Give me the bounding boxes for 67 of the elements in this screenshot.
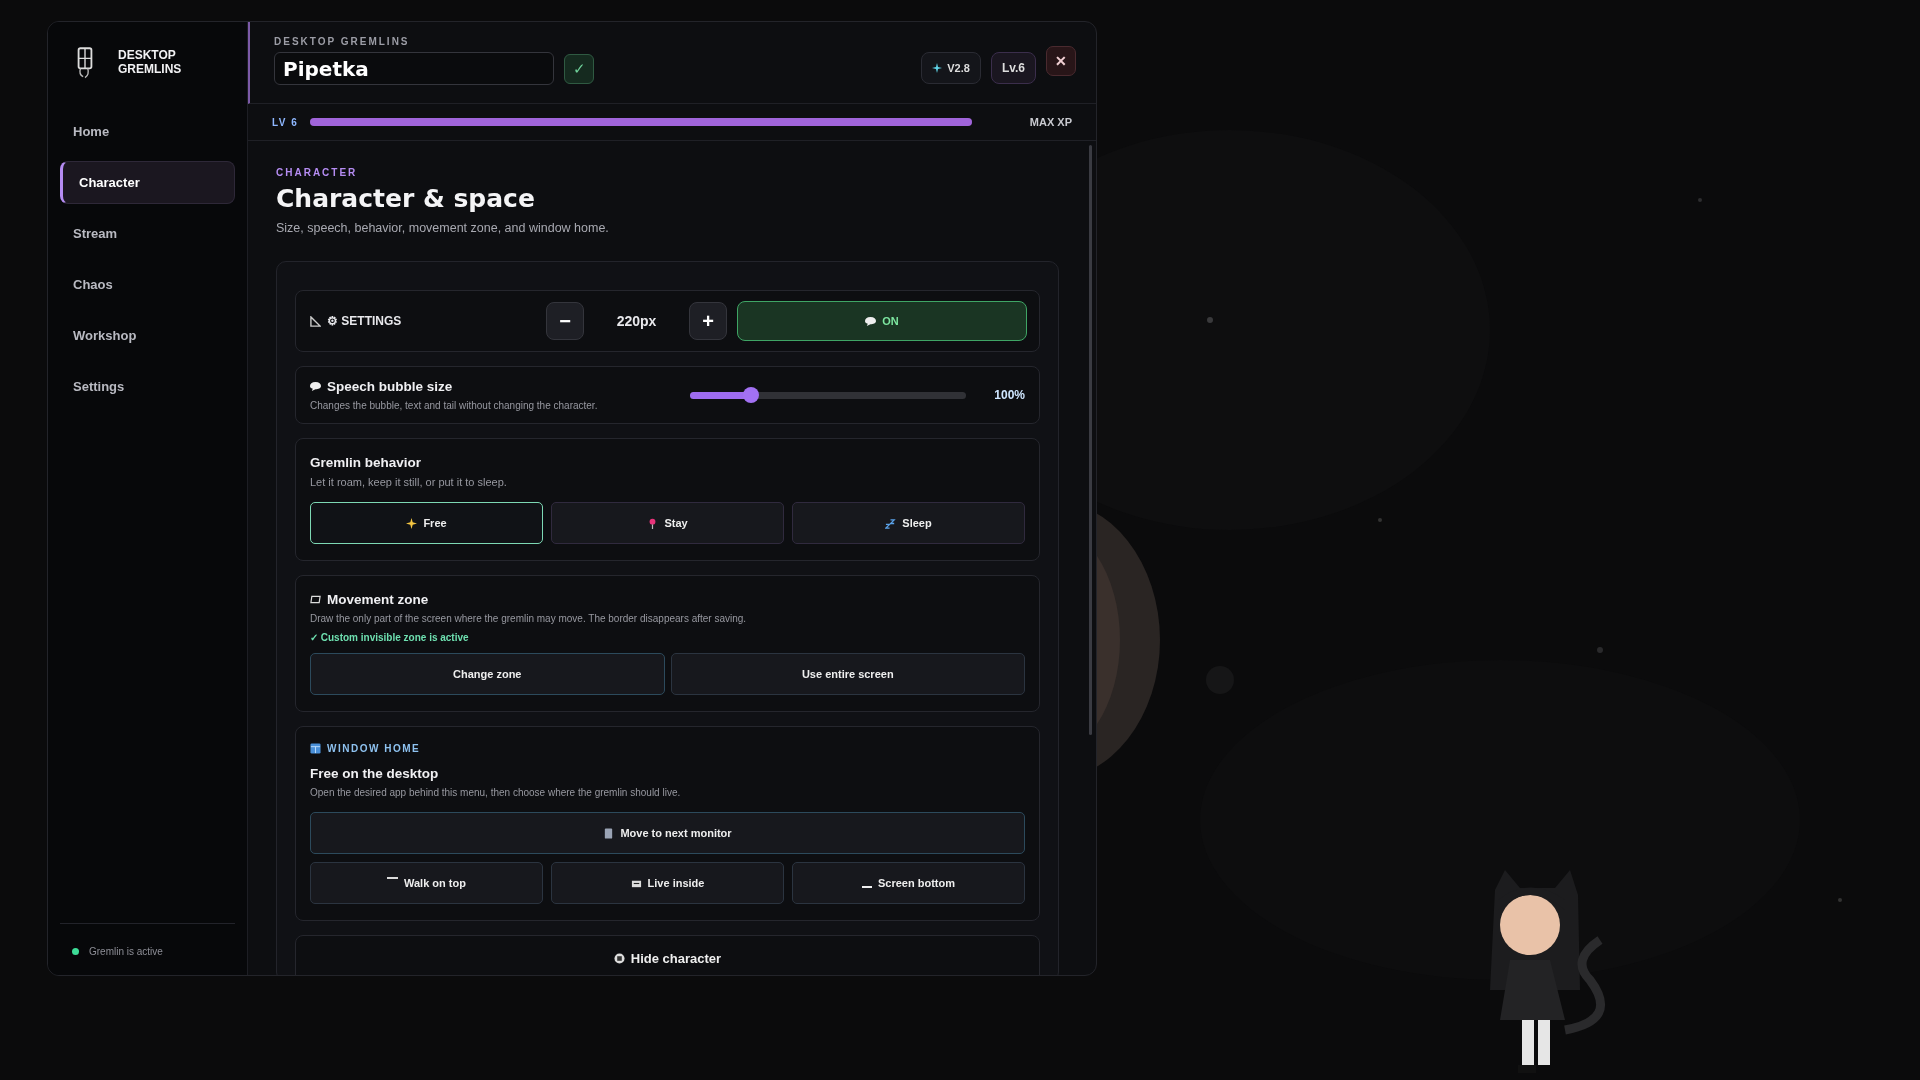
sidebar-item[interactable]: Home: [60, 110, 235, 153]
size-value: 220px: [615, 313, 658, 329]
sidebar-item[interactable]: Stream: [60, 212, 235, 255]
stop-icon: [613, 952, 625, 964]
decrease-button[interactable]: −: [546, 302, 584, 340]
button-label: Live inside: [647, 877, 705, 889]
page-description: Size, speech, behavior, movement zone, and window home.: [276, 221, 610, 235]
section-eyebrow: CHARACTER: [276, 167, 359, 178]
sidebar-item[interactable]: Character: [60, 161, 235, 204]
behavior-option[interactable]: Sleep: [792, 502, 1025, 544]
speech-toggle[interactable]: ON: [737, 301, 1027, 341]
top-line-icon: [387, 877, 399, 879]
bottom-line-icon: [862, 886, 872, 888]
button-label: Hide character: [630, 950, 722, 966]
status-text: Gremlin is active: [89, 946, 163, 957]
level-badge: Lv.6: [990, 52, 1036, 84]
card-description: Changes the bubble, text and tail without changing the character.: [310, 400, 599, 411]
option-label: Sleep: [902, 517, 932, 529]
sidebar-item[interactable]: Workshop: [60, 314, 235, 357]
card-title: Speech bubble size: [327, 379, 453, 394]
card-description: Open the desired app behind this menu, then choose where the gremlin should live.: [310, 787, 682, 798]
toggle-label: ON: [882, 315, 899, 327]
placement-button[interactable]: Screen bottom: [792, 862, 1025, 904]
ruler-icon: [310, 315, 321, 327]
sparkle-icon: [932, 63, 943, 73]
slider-reading: 100%: [994, 388, 1025, 402]
button-label: Walk on top: [404, 877, 466, 889]
placement-button[interactable]: Live inside: [551, 862, 784, 904]
window-icon: [310, 743, 321, 754]
zone-button[interactable]: Change zone: [310, 653, 665, 695]
version-text: V2.8: [947, 62, 970, 74]
button-label: Screen bottom: [878, 877, 955, 889]
close-button[interactable]: ✕: [1046, 46, 1076, 76]
sparkle-icon: [406, 517, 418, 529]
confirm-button[interactable]: ✓: [564, 53, 594, 84]
card-description: Let it roam, keep it still, or put it to sleep.: [310, 476, 508, 488]
card-eyebrow: WINDOW HOME: [327, 743, 421, 754]
sidebar-item[interactable]: Settings: [60, 365, 235, 408]
slider-thumb[interactable]: [743, 386, 759, 403]
sidebar-item[interactable]: Chaos: [60, 263, 235, 306]
zone-button[interactable]: Use entire screen: [670, 653, 1025, 695]
zzz-icon: [885, 517, 897, 529]
hide-character-button[interactable]: Hide character: [295, 935, 1040, 975]
scrollbar-thumb[interactable]: [1089, 145, 1092, 735]
next-monitor-button[interactable]: Move to next monitor: [310, 812, 1025, 854]
speech-bubble-icon: [310, 381, 321, 392]
increase-button[interactable]: +: [689, 302, 727, 340]
card-title: Movement zone: [327, 592, 429, 607]
zone-status: ✓ Custom invisible zone is active: [310, 632, 470, 643]
placement-button[interactable]: Walk on top: [310, 862, 543, 904]
level-label: LV 6: [272, 116, 299, 128]
card-description: Draw the only part of the screen where the gremlin may move. The border disappears after saving.: [310, 613, 748, 624]
behavior-option[interactable]: Free: [310, 502, 543, 544]
card-title: Free on the desktop: [310, 766, 440, 781]
phone-icon: [603, 827, 615, 839]
app-name: DESKTOP GREMLINS: [118, 48, 183, 76]
button-label: Move to next monitor: [620, 827, 732, 839]
behavior-option[interactable]: Stay: [551, 502, 784, 544]
settings-label: ⚙ SETTINGS: [327, 314, 402, 328]
app-eyebrow: DESKTOP GREMLINS: [274, 36, 411, 47]
page-title: Character & space: [276, 184, 536, 213]
card-title: Gremlin behavior: [310, 455, 423, 470]
xp-reading: MAX XP: [1029, 116, 1072, 128]
option-label: Free: [423, 517, 447, 529]
speech-bubble-icon: [865, 315, 877, 327]
name-field[interactable]: Pipetka: [274, 52, 554, 85]
option-label: Stay: [664, 517, 688, 529]
